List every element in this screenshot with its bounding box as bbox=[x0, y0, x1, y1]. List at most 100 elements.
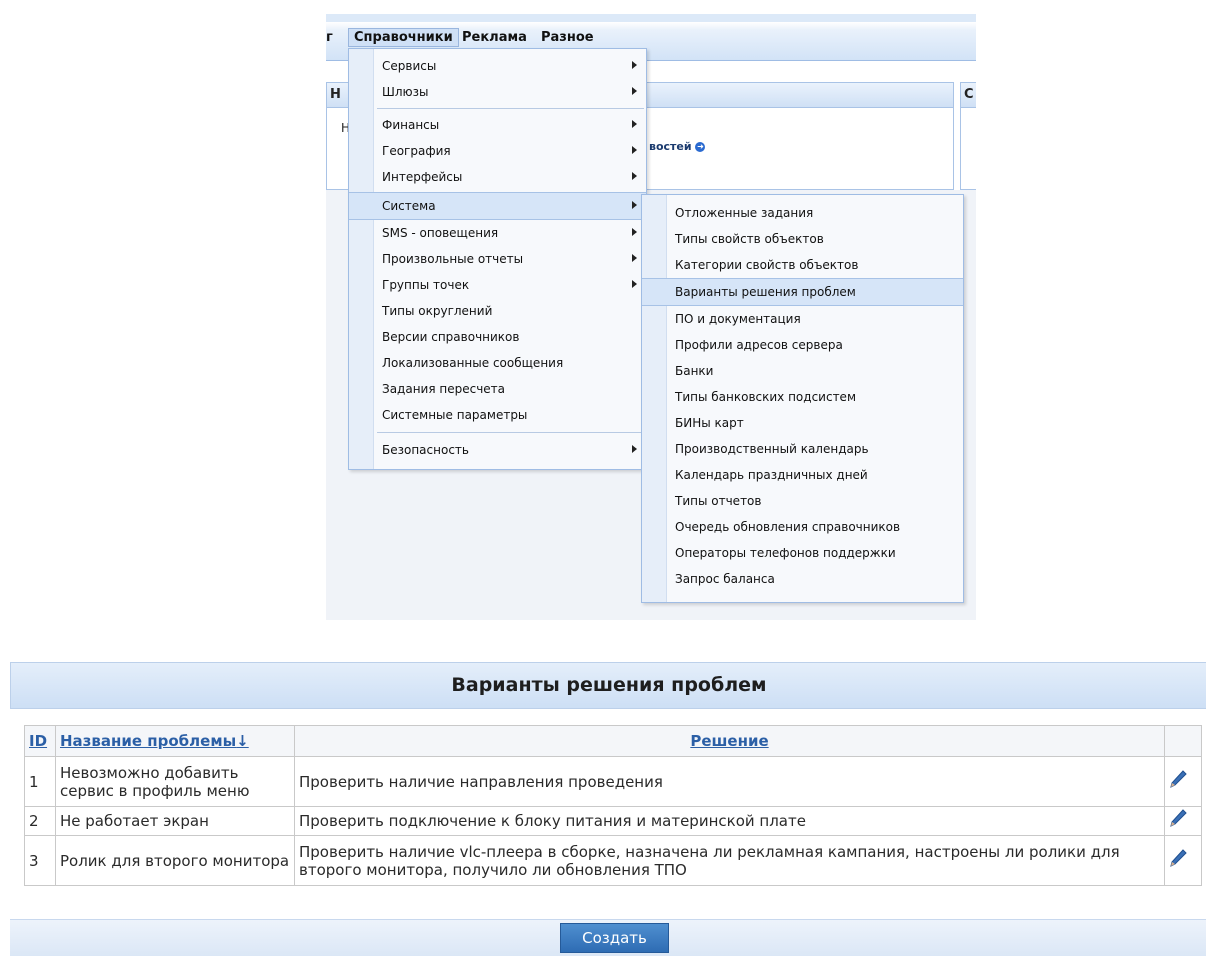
column-header-id[interactable]: ID bbox=[24, 725, 56, 757]
cell-id: 1 bbox=[24, 756, 56, 807]
submenu-arrow-icon bbox=[632, 120, 637, 128]
menu-item-system[interactable]: Система bbox=[349, 192, 646, 220]
news-link-label: востей bbox=[649, 140, 692, 153]
submenu-item-label: Производственный календарь bbox=[675, 442, 869, 456]
menu-item-label: SMS - оповещения bbox=[382, 226, 499, 240]
pencil-icon bbox=[1169, 809, 1187, 829]
submenu-item[interactable]: ПО и документация bbox=[642, 306, 963, 332]
problems-screenshot: Варианты решения проблем ID Название про… bbox=[10, 662, 1206, 958]
menu-separator bbox=[377, 108, 644, 109]
submenu-item[interactable]: БИНы карт bbox=[642, 410, 963, 436]
submenu-arrow-icon bbox=[632, 87, 637, 95]
menubar-item-misc[interactable]: Разное bbox=[541, 30, 594, 45]
edit-button[interactable] bbox=[1164, 835, 1202, 886]
submenu-item-label: Операторы телефонов поддержки bbox=[675, 546, 896, 560]
menu-item-custom-reports[interactable]: Произвольные отчеты bbox=[349, 246, 646, 272]
menu-item-services[interactable]: Сервисы bbox=[349, 53, 646, 79]
menu-item-system-params[interactable]: Системные параметры bbox=[349, 402, 646, 428]
cell-name: Не работает экран bbox=[55, 806, 295, 836]
table-row: 2 Не работает экран Проверить подключени… bbox=[24, 806, 1202, 836]
directories-dropdown: Сервисы Шлюзы Финансы География Интерфей… bbox=[348, 48, 647, 470]
submenu-arrow-icon bbox=[632, 228, 637, 236]
menu-item-interfaces[interactable]: Интерфейсы bbox=[349, 164, 646, 190]
cell-solution: Проверить наличие направления проведения bbox=[294, 756, 1165, 807]
menu-item-finance[interactable]: Финансы bbox=[349, 112, 646, 138]
table-row: 3 Ролик для второго монитора Проверить н… bbox=[24, 835, 1202, 886]
submenu-item-label: Профили адресов сервера bbox=[675, 338, 843, 352]
menu-item-label: Локализованные сообщения bbox=[382, 356, 564, 370]
submenu-item-label: Отложенные задания bbox=[675, 206, 814, 220]
submenu-item[interactable]: Календарь праздничных дней bbox=[642, 462, 963, 488]
cell-solution: Проверить подключение к блоку питания и … bbox=[294, 806, 1165, 836]
submenu-arrow-icon bbox=[632, 254, 637, 262]
menu-item-point-groups[interactable]: Группы точек bbox=[349, 272, 646, 298]
submenu-item-label: Категории свойств объектов bbox=[675, 258, 859, 272]
cell-name: Ролик для второго монитора bbox=[55, 835, 295, 886]
edit-button[interactable] bbox=[1164, 806, 1202, 836]
menu-item-label: Версии справочников bbox=[382, 330, 520, 344]
cell-solution: Проверить наличие vlc-плеера в сборке, н… bbox=[294, 835, 1165, 886]
system-submenu: Отложенные задания Типы свойств объектов… bbox=[641, 194, 964, 603]
arrow-right-circle-icon: ➜ bbox=[695, 142, 706, 152]
submenu-item[interactable]: Операторы телефонов поддержки bbox=[642, 540, 963, 566]
column-header-name[interactable]: Название проблемы↓ bbox=[55, 725, 295, 757]
problems-table: ID Название проблемы↓ Решение 1 Невозмож… bbox=[24, 725, 1202, 886]
submenu-item-label: Варианты решения проблем bbox=[675, 285, 856, 299]
menu-item-geography[interactable]: География bbox=[349, 138, 646, 164]
submenu-item[interactable]: Банки bbox=[642, 358, 963, 384]
menu-item-gateways[interactable]: Шлюзы bbox=[349, 79, 646, 105]
menubar-item-advertising[interactable]: Реклама bbox=[462, 30, 527, 45]
submenu-item[interactable]: Категории свойств объектов bbox=[642, 252, 963, 278]
submenu-item-problem-solutions[interactable]: Варианты решения проблем bbox=[642, 278, 963, 306]
all-news-link[interactable]: востей ➜ bbox=[649, 140, 706, 153]
menu-item-rounding-types[interactable]: Типы округлений bbox=[349, 298, 646, 324]
submenu-item-label: ПО и документация bbox=[675, 312, 801, 326]
submenu-item[interactable]: Запрос баланса bbox=[642, 566, 963, 592]
submenu-item[interactable]: Очередь обновления справочников bbox=[642, 514, 963, 540]
cell-id: 2 bbox=[24, 806, 56, 836]
pencil-icon bbox=[1169, 769, 1187, 790]
menu-item-security[interactable]: Безопасность bbox=[349, 437, 646, 463]
submenu-item-label: БИНы карт bbox=[675, 416, 744, 430]
pencil-icon bbox=[1169, 848, 1187, 869]
menu-separator bbox=[377, 432, 644, 433]
column-header-solution[interactable]: Решение bbox=[294, 725, 1165, 757]
menu-item-label: Системные параметры bbox=[382, 408, 528, 422]
menu-item-label: Безопасность bbox=[382, 443, 469, 457]
side-panel-header: С bbox=[961, 83, 976, 108]
submenu-item-label: Запрос баланса bbox=[675, 572, 775, 586]
page-title: Варианты решения проблем bbox=[10, 662, 1206, 709]
submenu-item-label: Типы отчетов bbox=[675, 494, 762, 508]
submenu-item[interactable]: Производственный календарь bbox=[642, 436, 963, 462]
side-panel: С bbox=[960, 82, 976, 190]
table-row: 1 Невозможно добавить сервис в профиль м… bbox=[24, 756, 1202, 807]
menubar-item-partial[interactable]: г bbox=[326, 30, 333, 45]
menu-item-label: Шлюзы bbox=[382, 85, 429, 99]
menu-item-recalc-tasks[interactable]: Задания пересчета bbox=[349, 376, 646, 402]
create-button[interactable]: Создать bbox=[560, 923, 669, 953]
menu-item-localized-messages[interactable]: Локализованные сообщения bbox=[349, 350, 646, 376]
menu-item-label: Финансы bbox=[382, 118, 440, 132]
footer-bar: Создать bbox=[10, 919, 1206, 956]
submenu-arrow-icon bbox=[632, 201, 637, 209]
edit-button[interactable] bbox=[1164, 756, 1202, 807]
submenu-arrow-icon bbox=[632, 146, 637, 154]
submenu-arrow-icon bbox=[632, 280, 637, 288]
menu-item-label: Система bbox=[382, 199, 436, 213]
submenu-item[interactable]: Типы отчетов bbox=[642, 488, 963, 514]
menu-item-sms[interactable]: SMS - оповещения bbox=[349, 220, 646, 246]
submenu-item-label: Календарь праздничных дней bbox=[675, 468, 868, 482]
cell-name: Невозможно добавить сервис в профиль мен… bbox=[55, 756, 295, 807]
menu-item-label: Сервисы bbox=[382, 59, 437, 73]
menu-item-label: Произвольные отчеты bbox=[382, 252, 524, 266]
submenu-item[interactable]: Отложенные задания bbox=[642, 200, 963, 226]
sort-indicator-icon: ↓ bbox=[236, 732, 249, 750]
menu-screenshot: г Справочники Реклама Разное Н Н С восте… bbox=[326, 14, 976, 620]
submenu-item[interactable]: Типы банковских подсистем bbox=[642, 384, 963, 410]
submenu-arrow-icon bbox=[632, 61, 637, 69]
menubar-item-directories[interactable]: Справочники bbox=[348, 28, 459, 47]
submenu-item[interactable]: Профили адресов сервера bbox=[642, 332, 963, 358]
submenu-item[interactable]: Типы свойств объектов bbox=[642, 226, 963, 252]
column-header-name-label: Название проблемы bbox=[60, 732, 237, 750]
menu-item-directory-versions[interactable]: Версии справочников bbox=[349, 324, 646, 350]
